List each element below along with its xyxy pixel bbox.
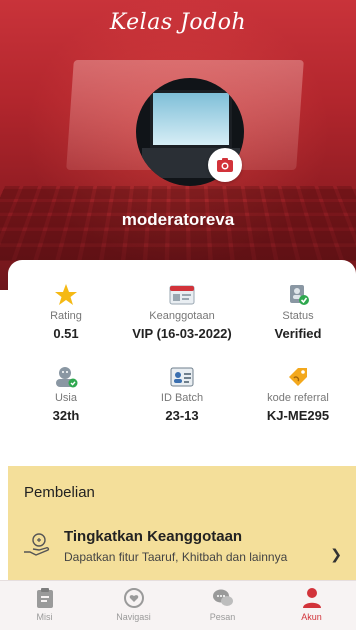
stat-value: 23-13	[124, 408, 240, 423]
nav-item-pesan[interactable]: Pesan	[178, 581, 267, 630]
upgrade-description: Dapatkan fitur Taaruf, Khitbah dan lainn…	[64, 550, 314, 580]
stat-label: Status	[240, 310, 356, 322]
nav-label: Akun	[267, 612, 356, 622]
stat-age: Usia 32th	[8, 364, 124, 423]
nav-label: Misi	[0, 612, 89, 622]
nav-label: Navigasi	[89, 612, 178, 622]
nav-item-misi[interactable]: Misi	[0, 581, 89, 630]
stat-value: VIP (16-03-2022)	[124, 326, 240, 341]
app-title: Kelas Jodoh	[0, 10, 356, 35]
stat-value: Verified	[240, 326, 356, 341]
star-icon	[54, 283, 78, 307]
nav-item-navigasi[interactable]: Navigasi	[89, 581, 178, 630]
age-user-icon	[53, 365, 79, 389]
stat-status: Status Verified	[240, 282, 356, 341]
bottom-navigation: Misi Navigasi Pesan Akun	[0, 580, 356, 630]
stat-label: ID Batch	[124, 392, 240, 404]
stat-label: Keanggotaan	[124, 310, 240, 322]
stat-value: 0.51	[8, 326, 124, 341]
upgrade-title: Tingkatkan Keanggotaan	[64, 528, 242, 545]
nav-label: Pesan	[178, 612, 267, 622]
section-title: Pembelian	[24, 484, 95, 501]
stat-membership: Keanggotaan VIP (16-03-2022)	[124, 282, 240, 341]
stat-batch: ID Batch 23-13	[124, 364, 240, 423]
purchase-section: Pembelian Tingkatkan Keanggotaan Dapatka…	[8, 466, 356, 580]
stat-label: kode referral	[240, 392, 356, 404]
chat-icon	[211, 587, 235, 609]
id-card-icon	[169, 366, 195, 388]
avatar-photo-laptop	[150, 90, 232, 148]
user-icon	[302, 587, 322, 609]
stat-value: KJ-ME295	[240, 408, 356, 423]
change-photo-button[interactable]	[208, 148, 242, 182]
stat-rating: Rating 0.51	[8, 282, 124, 341]
stat-label: Rating	[8, 310, 124, 322]
nav-item-akun[interactable]: Akun	[267, 581, 356, 630]
chevron-right-icon: ❯	[330, 546, 342, 563]
hand-coin-icon	[22, 530, 52, 560]
membership-card-icon	[169, 284, 195, 306]
clipboard-icon	[36, 587, 54, 609]
stat-referral: kode referral KJ-ME295	[240, 364, 356, 423]
username: moderatoreva	[0, 210, 356, 230]
camera-icon	[216, 157, 234, 173]
verified-user-icon	[285, 283, 311, 307]
profile-info-card: Rating 0.51 Keanggotaan VIP (16-03-2022)	[8, 260, 356, 460]
referral-tag-icon	[285, 365, 311, 389]
stat-value: 32th	[8, 408, 124, 423]
heart-compass-icon	[123, 587, 145, 609]
upgrade-membership-item[interactable]: Tingkatkan Keanggotaan Dapatkan fitur Ta…	[8, 524, 356, 580]
stat-label: Usia	[8, 392, 124, 404]
